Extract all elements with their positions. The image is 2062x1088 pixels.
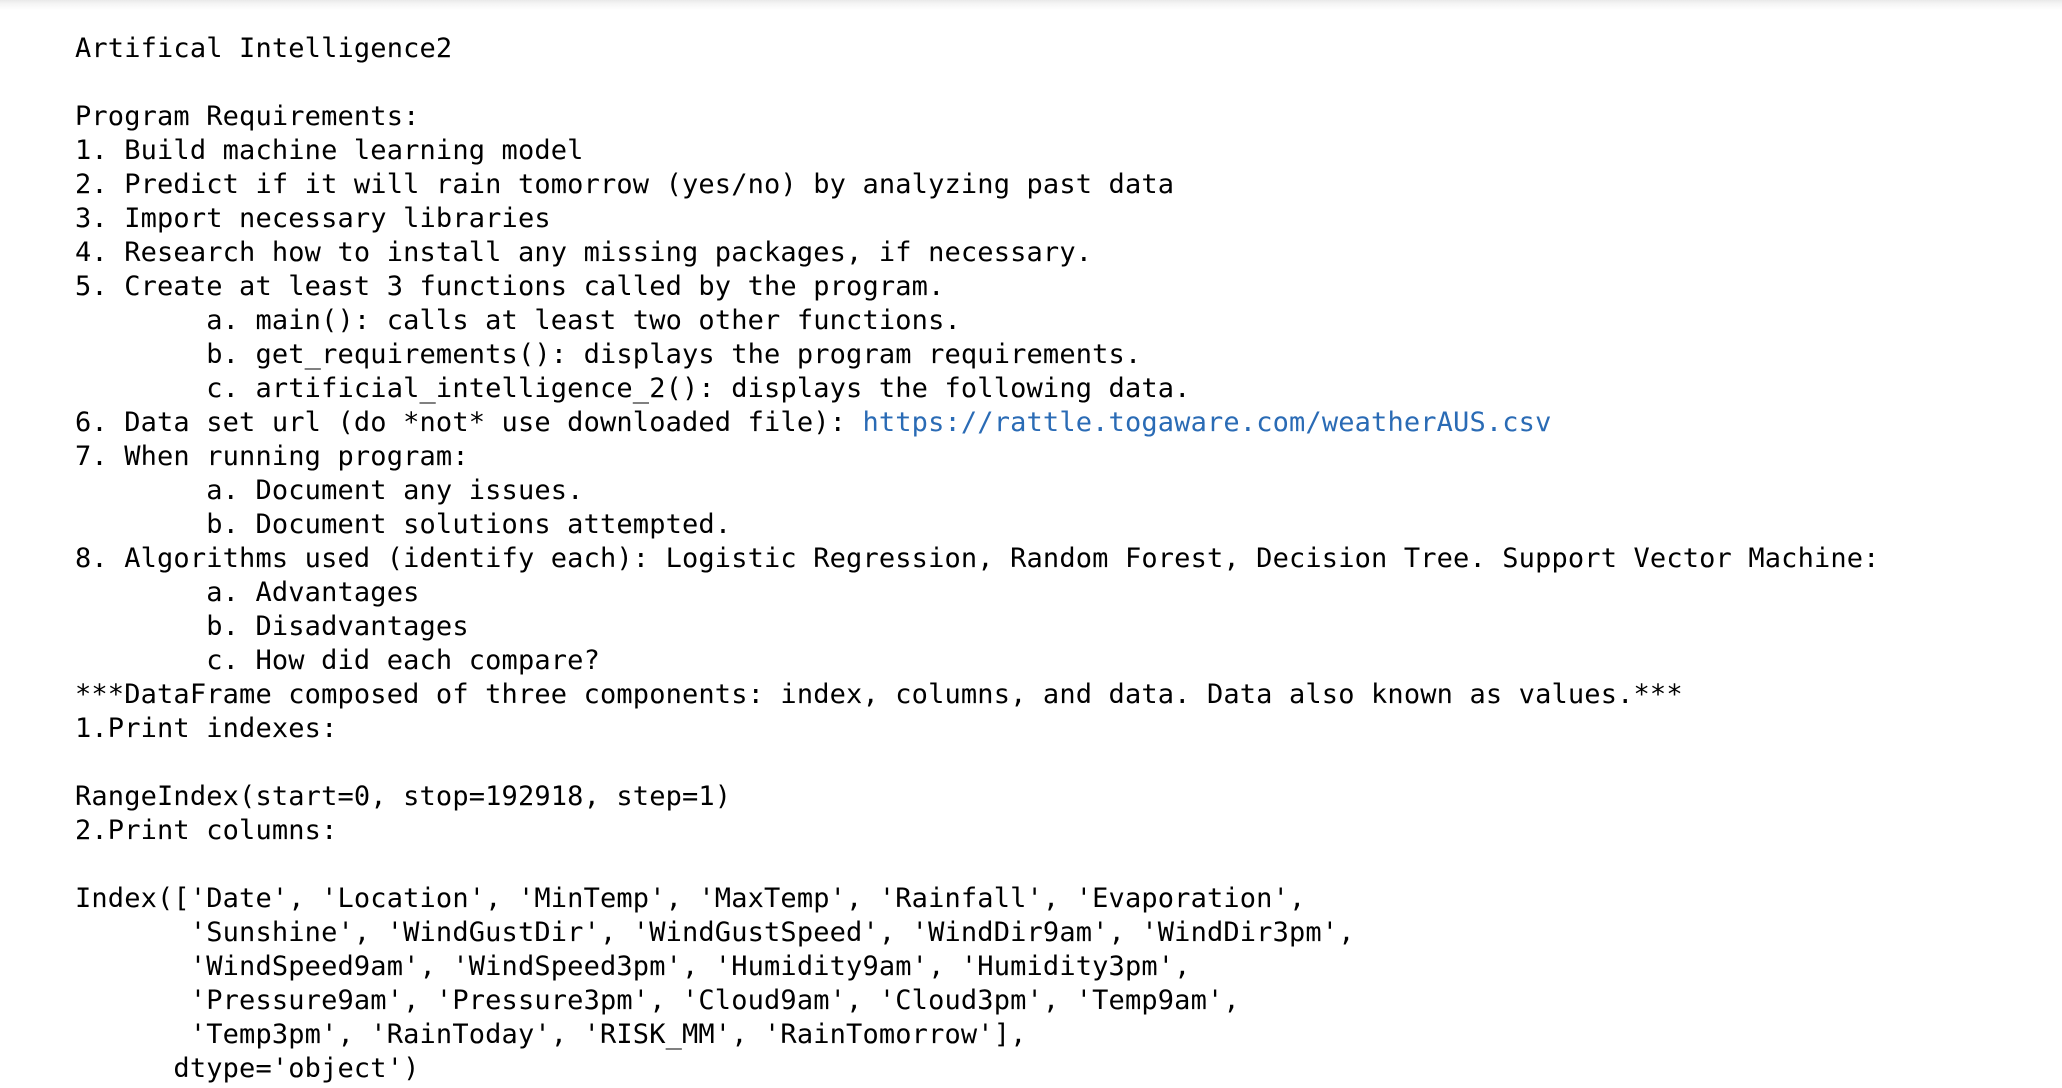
output-line: 'WindSpeed9am', 'WindSpeed3pm', 'Humidit… [75, 951, 1191, 982]
dataset-url-prefix: 6. Data set url (do *not* use downloaded… [75, 407, 863, 438]
output-line: 'Temp3pm', 'RainToday', 'RISK_MM', 'Rain… [75, 1019, 1027, 1050]
output-line: a. Document any issues. [75, 475, 584, 506]
output-line: Program Requirements: [75, 101, 420, 132]
output-line: ***DataFrame composed of three component… [75, 679, 1683, 710]
output-line: 3. Import necessary libraries [75, 203, 551, 234]
output-line: 2.Print columns: [75, 815, 338, 846]
output-line: 2. Predict if it will rain tomorrow (yes… [75, 169, 1175, 200]
output-line: c. artificial_intelligence_2(): displays… [75, 373, 1191, 404]
output-line: 'Sunshine', 'WindGustDir', 'WindGustSpee… [75, 917, 1355, 948]
output-line: c. How did each compare? [75, 645, 600, 676]
dataset-url-line: 6. Data set url (do *not* use downloaded… [75, 406, 1880, 440]
output-line: b. Disadvantages [75, 611, 469, 642]
output-line: Artifical Intelligence2 [75, 33, 453, 64]
output-line: b. Document solutions attempted. [75, 509, 732, 540]
output-line: 1. Build machine learning model [75, 135, 584, 166]
output-line: dtype='object') [75, 1053, 420, 1084]
output-line: 8. Algorithms used (identify each): Logi… [75, 543, 1880, 574]
output-line: b. get_requirements(): displays the prog… [75, 339, 1142, 370]
output-line: Index(['Date', 'Location', 'MinTemp', 'M… [75, 883, 1306, 914]
output-line: 7. When running program: [75, 441, 469, 472]
program-output: Artifical Intelligence2 Program Requireme… [75, 32, 1880, 1086]
output-line: RangeIndex(start=0, stop=192918, step=1) [75, 781, 732, 812]
output-line: 'Pressure9am', 'Pressure3pm', 'Cloud9am'… [75, 985, 1240, 1016]
dataset-url-link[interactable]: https://rattle.togaware.com/weatherAUS.c… [862, 407, 1551, 438]
output-line: 5. Create at least 3 functions called by… [75, 271, 945, 302]
output-line: a. Advantages [75, 577, 420, 608]
output-line: 1.Print indexes: [75, 713, 338, 744]
output-line: 4. Research how to install any missing p… [75, 237, 1093, 268]
top-border-shadow [0, 0, 2062, 10]
output-line: a. main(): calls at least two other func… [75, 305, 961, 336]
